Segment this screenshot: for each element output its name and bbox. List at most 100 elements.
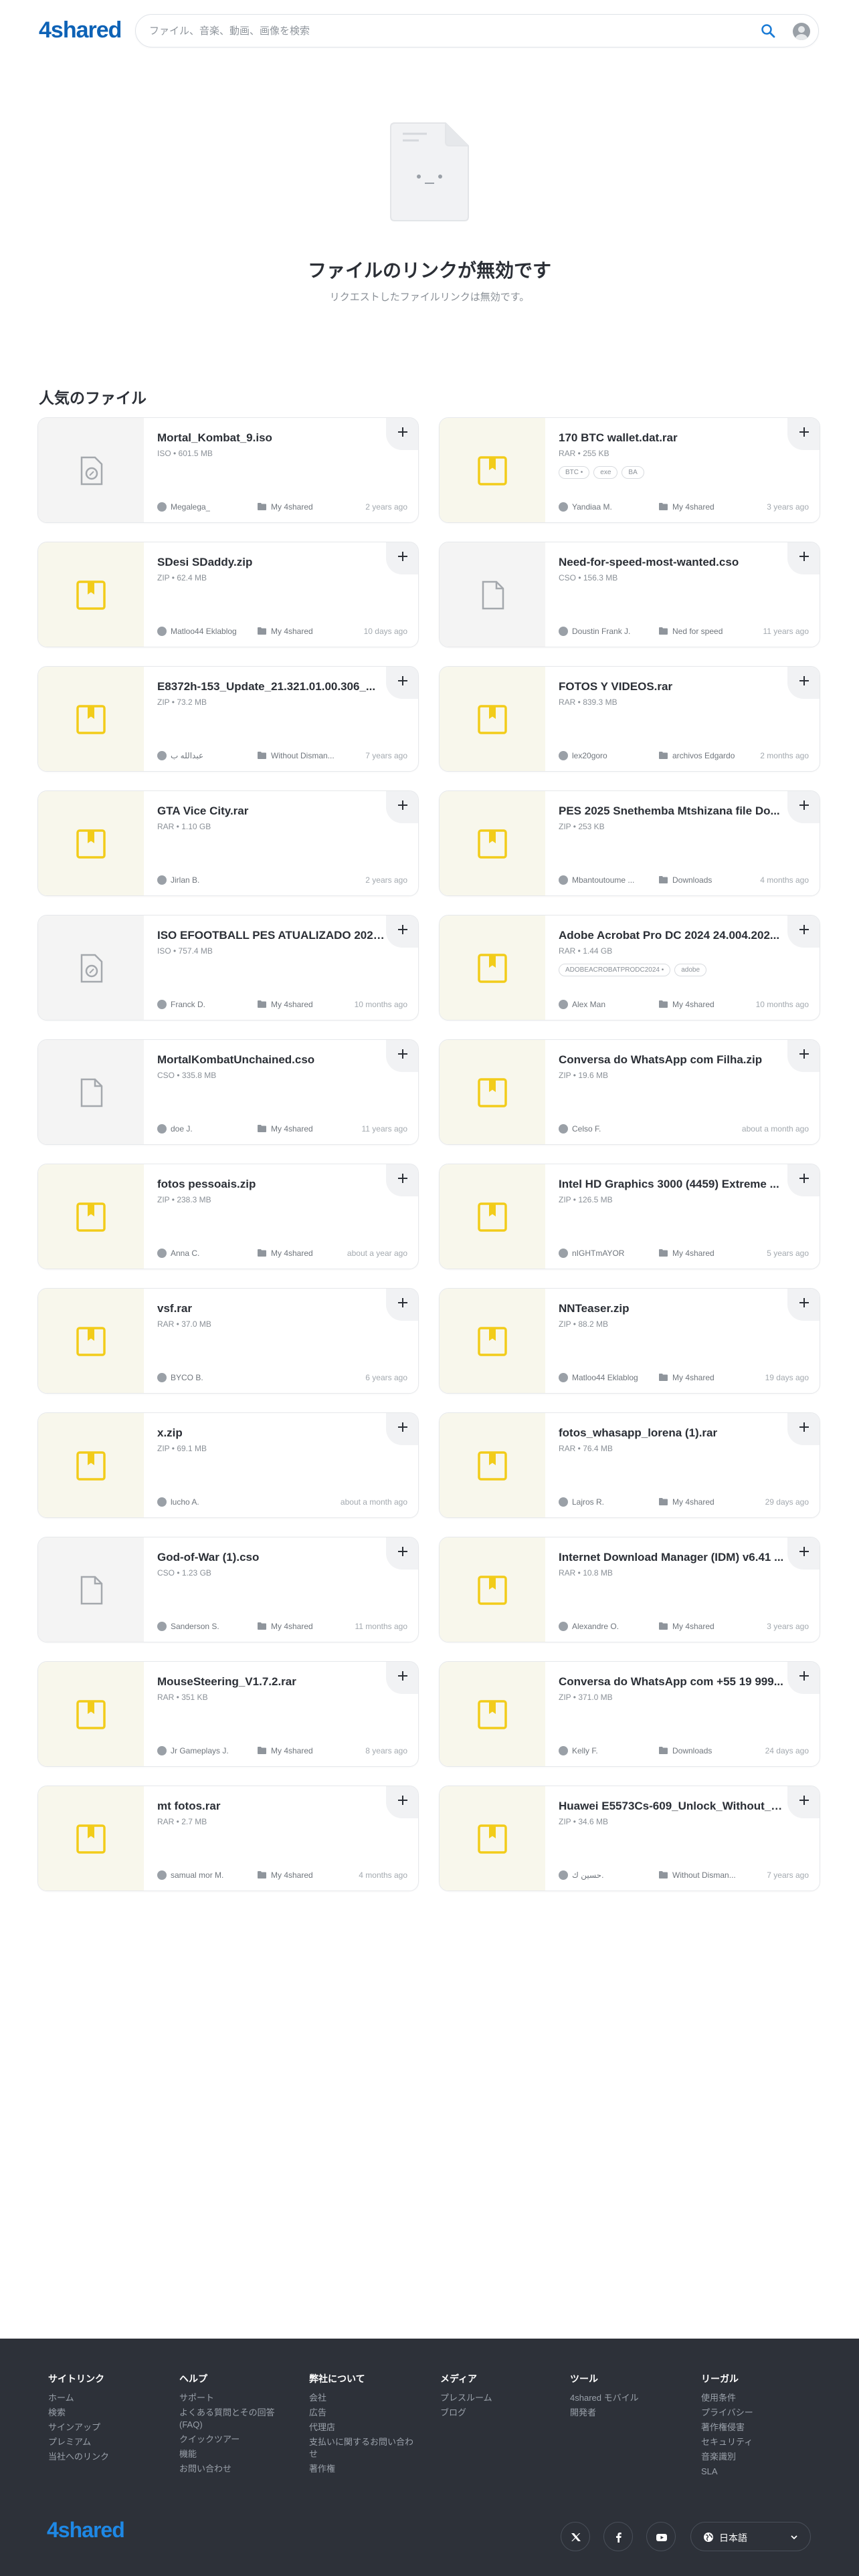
file-card[interactable]: Internet Download Manager (IDM) v6.41 ..… [439, 1537, 820, 1642]
owner-name[interactable]: عبدالله ب [171, 751, 203, 760]
folder-name[interactable]: My 4shared [271, 1249, 313, 1258]
file-card[interactable]: 170 BTC wallet.dat.rar RAR • 255 KB BTC • e… [439, 417, 820, 523]
footer-link[interactable]: 著作権 [309, 2463, 416, 2475]
owner-name[interactable]: lucho A. [171, 1497, 199, 1507]
file-tag[interactable]: exe [593, 466, 618, 479]
file-card[interactable]: Conversa do WhatsApp com Filha.zip ZIP • … [439, 1039, 820, 1145]
file-name[interactable]: Mortal_Kombat_9.iso [157, 431, 385, 445]
file-name[interactable]: FOTOS Y VIDEOS.rar [559, 680, 786, 693]
add-to-account-button[interactable] [787, 1413, 820, 1445]
owner-name[interactable]: Yandiaa M. [572, 502, 612, 512]
footer-link[interactable]: ホーム [48, 2392, 155, 2404]
folder-name[interactable]: Without Disman... [271, 751, 335, 760]
owner-name[interactable]: Lajros R. [572, 1497, 604, 1507]
folder-name[interactable]: My 4shared [672, 1249, 714, 1258]
file-thumbnail[interactable] [38, 1537, 144, 1642]
folder-name[interactable]: My 4shared [271, 1870, 313, 1880]
file-name[interactable]: fotos_whasapp_lorena (1).rar [559, 1426, 786, 1440]
folder-name[interactable]: My 4shared [672, 1497, 714, 1507]
add-to-account-button[interactable] [386, 1786, 418, 1818]
file-card[interactable]: MouseSteering_V1.7.2.rar RAR • 351 KB Jr G… [37, 1661, 419, 1767]
file-card[interactable]: Intel HD Graphics 3000 (4459) Extreme ..… [439, 1164, 820, 1269]
file-name[interactable]: 170 BTC wallet.dat.rar [559, 431, 786, 445]
folder-name[interactable]: My 4shared [672, 502, 714, 512]
search-bar[interactable] [135, 14, 819, 47]
file-name[interactable]: Internet Download Manager (IDM) v6.41 ..… [559, 1551, 786, 1564]
footer-link[interactable]: 著作権侵害 [701, 2422, 808, 2434]
owner-name[interactable]: Jr Gameplays J. [171, 1746, 229, 1755]
file-card[interactable]: Huawei E5573Cs-609_Unlock_Without_D... ZI… [439, 1786, 820, 1891]
file-card[interactable]: fotos_whasapp_lorena (1).rar RAR • 76.4 M… [439, 1412, 820, 1518]
file-card[interactable]: NNTeaser.zip ZIP • 88.2 MB Matloo44 Eklabl… [439, 1288, 820, 1394]
owner-name[interactable]: Doustin Frank J. [572, 627, 630, 636]
add-to-account-button[interactable] [386, 916, 418, 948]
add-to-account-button[interactable] [386, 1413, 418, 1445]
folder-name[interactable]: My 4shared [271, 1622, 313, 1631]
owner-name[interactable]: Celso F. [572, 1124, 601, 1134]
file-thumbnail[interactable] [440, 1537, 545, 1642]
owner-name[interactable]: Franck D. [171, 1000, 205, 1009]
file-tag[interactable]: adobe [674, 964, 707, 976]
file-thumbnail[interactable] [38, 916, 144, 1020]
file-name[interactable]: MortalKombatUnchained.cso [157, 1053, 385, 1067]
logo[interactable]: 4shared [39, 17, 122, 43]
file-thumbnail[interactable] [38, 1164, 144, 1269]
file-thumbnail[interactable] [440, 791, 545, 895]
owner-name[interactable]: lex20goro [572, 751, 607, 760]
add-to-account-button[interactable] [386, 1164, 418, 1196]
footer-logo[interactable]: 4shared [47, 2518, 125, 2543]
owner-name[interactable]: nIGHTmAYOR [572, 1249, 624, 1258]
owner-name[interactable]: Sanderson S. [171, 1622, 219, 1631]
footer-link[interactable]: プライバシー [701, 2407, 808, 2419]
owner-name[interactable]: حسين ك. [572, 1870, 603, 1880]
file-card[interactable]: E8372h-153_Update_21.321.01.00.306_... ZI… [37, 666, 419, 772]
add-to-account-button[interactable] [386, 1289, 418, 1321]
add-to-account-button[interactable] [787, 667, 820, 699]
folder-name[interactable]: My 4shared [271, 502, 313, 512]
folder-name[interactable]: Ned for speed [672, 627, 723, 636]
file-tag[interactable]: ADOBEACROBATPRODC2024 • [559, 964, 671, 976]
file-thumbnail[interactable] [440, 418, 545, 522]
footer-link[interactable]: プレスルーム [440, 2392, 547, 2404]
add-to-account-button[interactable] [386, 542, 418, 574]
folder-name[interactable]: Without Disman... [672, 1870, 736, 1880]
add-to-account-button[interactable] [386, 667, 418, 699]
owner-name[interactable]: Alex Man [572, 1000, 605, 1009]
add-to-account-button[interactable] [787, 1662, 820, 1694]
search-input[interactable] [149, 15, 738, 47]
file-name[interactable]: Intel HD Graphics 3000 (4459) Extreme ..… [559, 1178, 786, 1191]
file-card[interactable]: God-of-War (1).cso CSO • 1.23 GB Sanderson… [37, 1537, 419, 1642]
add-to-account-button[interactable] [386, 1040, 418, 1072]
add-to-account-button[interactable] [787, 1040, 820, 1072]
footer-link[interactable]: 代理店 [309, 2422, 416, 2434]
folder-name[interactable]: Downloads [672, 875, 712, 885]
owner-name[interactable]: Kelly F. [572, 1746, 598, 1755]
add-to-account-button[interactable] [787, 1164, 820, 1196]
owner-name[interactable]: samual mor M. [171, 1870, 223, 1880]
file-name[interactable]: GTA Vice City.rar [157, 804, 385, 818]
add-to-account-button[interactable] [787, 916, 820, 948]
file-tag[interactable]: BTC • [559, 466, 590, 479]
file-name[interactable]: ISO EFOOTBALL PES ATUALIZADO 2025... [157, 929, 385, 942]
file-thumbnail[interactable] [38, 1289, 144, 1393]
footer-link[interactable]: 機能 [179, 2448, 286, 2460]
file-thumbnail[interactable] [38, 791, 144, 895]
file-card[interactable]: MortalKombatUnchained.cso CSO • 335.8 MB d… [37, 1039, 419, 1145]
file-name[interactable]: Need-for-speed-most-wanted.cso [559, 556, 786, 569]
file-card[interactable]: Adobe Acrobat Pro DC 2024 24.004.202... R… [439, 915, 820, 1021]
folder-name[interactable]: My 4shared [271, 627, 313, 636]
folder-name[interactable]: My 4shared [271, 1746, 313, 1755]
file-thumbnail[interactable] [440, 916, 545, 1020]
owner-name[interactable]: Alexandre O. [572, 1622, 619, 1631]
file-thumbnail[interactable] [38, 1662, 144, 1766]
footer-link[interactable]: 会社 [309, 2392, 416, 2404]
footer-link[interactable]: 当社へのリンク [48, 2451, 155, 2463]
footer-link[interactable]: お問い合わせ [179, 2463, 286, 2475]
add-to-account-button[interactable] [787, 542, 820, 574]
file-name[interactable]: E8372h-153_Update_21.321.01.00.306_... [157, 680, 385, 693]
folder-name[interactable]: My 4shared [271, 1000, 313, 1009]
footer-link[interactable]: SLA [701, 2466, 808, 2478]
owner-name[interactable]: Matloo44 Eklablog [572, 1373, 638, 1382]
owner-name[interactable]: doe J. [171, 1124, 193, 1134]
file-thumbnail[interactable] [38, 1786, 144, 1891]
